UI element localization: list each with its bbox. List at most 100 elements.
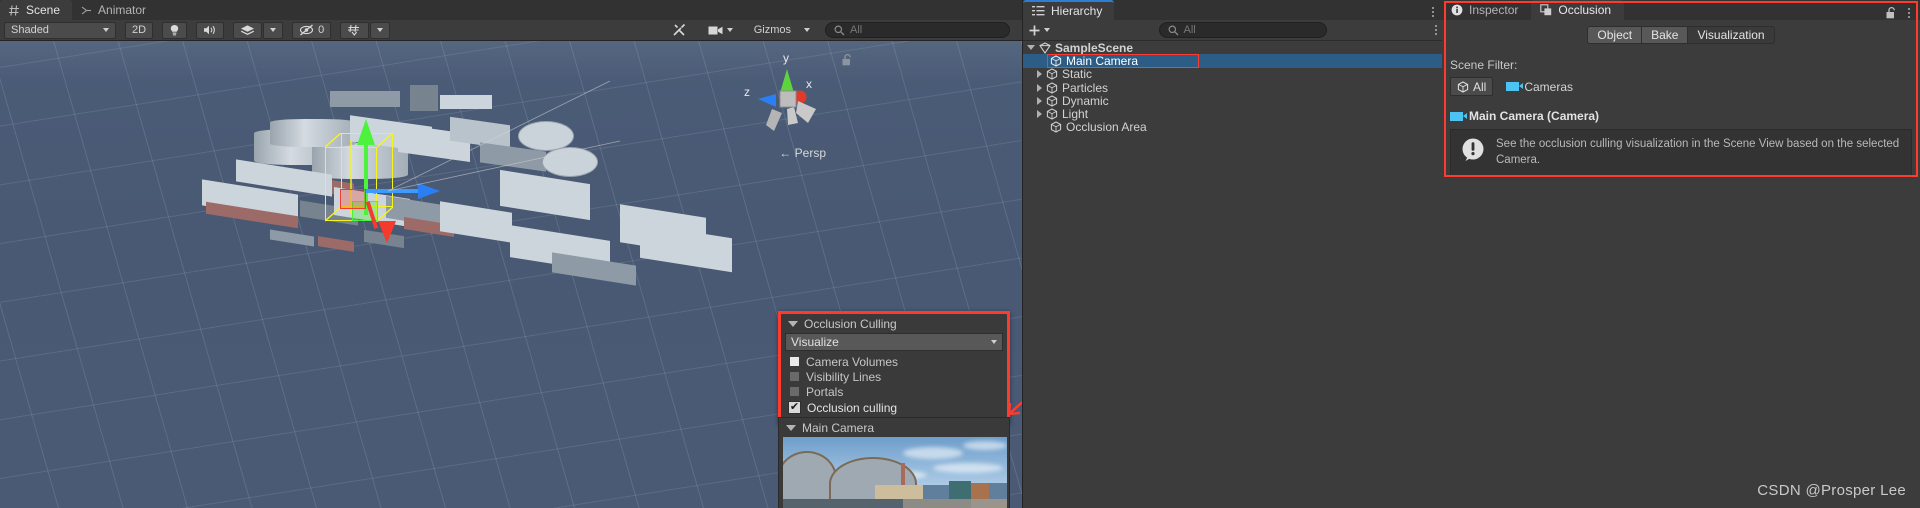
swatch-on-icon	[790, 357, 799, 366]
collapse-triangle-icon[interactable]	[786, 424, 796, 431]
scene-lighting-toggle[interactable]	[162, 21, 188, 39]
hierarchy-tree[interactable]: SampleScene Main Camera Static Particles…	[1023, 41, 1442, 508]
list-item[interactable]: Dynamic	[1023, 94, 1442, 108]
info-icon	[1451, 4, 1463, 16]
collapse-triangle-icon[interactable]	[788, 320, 798, 327]
option-label: Camera Volumes	[806, 354, 899, 369]
occlusion-culling-overlay[interactable]: Occlusion Culling Visualize Camera Volum…	[778, 311, 1022, 424]
scene-orientation-gizmo[interactable]: y x z	[742, 51, 832, 146]
tab-animator[interactable]: Animator	[72, 0, 158, 20]
chevron-right-icon[interactable]	[1037, 83, 1042, 92]
chevron-down-icon[interactable]	[1027, 45, 1035, 51]
tab-scene-label: Scene	[26, 3, 61, 17]
hierarchy-menu-icon[interactable]	[1432, 7, 1434, 17]
occlusion-culling-checkbox-row[interactable]: ✔ Occlusion culling	[785, 399, 1003, 416]
occlusion-overlay-header[interactable]: Occlusion Culling	[781, 314, 1007, 333]
chevron-right-icon[interactable]	[1037, 70, 1042, 79]
tab-hierarchy[interactable]: Hierarchy	[1023, 0, 1115, 20]
occlusion-overlay-title: Occlusion Culling	[804, 316, 897, 331]
search-icon	[1168, 25, 1179, 36]
main-camera-preview-overlay[interactable]: Main Camera	[778, 417, 1010, 508]
tab-visualization[interactable]: Visualization	[1687, 26, 1775, 44]
toggle-2d-button[interactable]: 2D	[125, 21, 154, 39]
hierarchy-panel: Hierarchy All SampleScene Main Camera St…	[1022, 0, 1442, 508]
scene-camera-button[interactable]	[702, 22, 739, 39]
gizmo-axis-y-arrow[interactable]	[357, 119, 375, 145]
gizmos-caret[interactable]	[798, 22, 816, 39]
inspector-tabbar: Inspector Occlusion	[1442, 0, 1920, 20]
chevron-down-icon	[991, 340, 997, 344]
list-item[interactable]: Main Camera	[1023, 54, 1442, 68]
checkbox-checked-icon[interactable]: ✔	[788, 401, 801, 414]
gameobject-icon	[1046, 108, 1058, 120]
selected-camera-row[interactable]: Main Camera (Camera)	[1442, 109, 1920, 123]
occlusion-icon	[1540, 4, 1552, 16]
gameobject-icon	[1046, 68, 1058, 80]
camera-icon	[1506, 82, 1524, 91]
axis-label-z: z	[744, 85, 750, 99]
filter-cameras-button[interactable]: Cameras	[1506, 80, 1573, 94]
add-gameobject-button[interactable]	[1028, 24, 1050, 37]
lightbulb-icon	[169, 24, 180, 37]
scene-viewport[interactable]: y x z ← Persp Occlusion Culling Visualiz…	[0, 41, 1022, 508]
scene-tools-button[interactable]	[666, 22, 693, 39]
axis-label-y: y	[783, 51, 789, 65]
filter-all-button[interactable]: All	[1450, 77, 1494, 96]
filter-all-label: All	[1473, 79, 1487, 94]
chevron-down-icon	[103, 28, 109, 32]
list-item[interactable]: Particles	[1023, 81, 1442, 95]
search-icon	[834, 25, 845, 36]
option-label: Visibility Lines	[806, 369, 882, 384]
list-item[interactable]: Static	[1023, 67, 1442, 81]
kebab-menu-icon[interactable]	[1908, 8, 1910, 18]
tab-occlusion[interactable]: Occlusion	[1531, 0, 1625, 20]
projection-label[interactable]: ← Persp	[779, 146, 826, 160]
scene-fx-caret[interactable]	[263, 21, 284, 39]
occlusion-inspector-panel: Inspector Occlusion Object Bake Visualiz…	[1442, 0, 1920, 508]
scene-search-input[interactable]: All	[825, 22, 1010, 38]
tab-bake[interactable]: Bake	[1641, 26, 1688, 44]
chevron-down-icon	[270, 28, 277, 32]
chevron-down-icon	[726, 28, 733, 32]
swatch-off-icon	[790, 372, 799, 381]
help-info-box: See the occlusion culling visualization …	[1450, 129, 1912, 177]
list-item[interactable]: SampleScene	[1023, 41, 1442, 55]
chevron-right-icon[interactable]	[1037, 96, 1042, 105]
swatch-off-icon	[790, 387, 799, 396]
scene-filter-label: Scene Filter:	[1450, 58, 1518, 72]
camera-overlay-title: Main Camera	[802, 420, 875, 435]
list-item[interactable]: Light	[1023, 107, 1442, 122]
occlusion-option-camera-volumes[interactable]: Camera Volumes	[785, 354, 1003, 369]
grid-visibility-button[interactable]	[340, 21, 370, 39]
hierarchy-options-icon[interactable]	[1435, 25, 1437, 35]
occlusion-option-portals[interactable]: Portals	[785, 384, 1003, 399]
tab-scene[interactable]: Scene	[0, 0, 73, 20]
list-item[interactable]: Occlusion Area	[1023, 120, 1442, 134]
camera-overlay-header[interactable]: Main Camera	[779, 418, 1009, 437]
hierarchy-search-input[interactable]: All	[1158, 22, 1327, 38]
gameobject-icon	[1457, 80, 1469, 93]
tab-object[interactable]: Object	[1587, 26, 1642, 44]
hierarchy-toolbar: All	[1023, 20, 1442, 41]
gizmos-dropdown[interactable]: Gizmos	[748, 22, 797, 39]
grid-caret[interactable]	[370, 21, 391, 39]
scene-toolbar: Shaded 2D 0 Gizmos All	[0, 20, 1022, 41]
speaker-icon	[203, 24, 217, 36]
plus-icon	[1028, 24, 1041, 37]
chevron-down-icon	[377, 28, 384, 32]
list-item-label: Light	[1062, 107, 1089, 122]
tab-inspector[interactable]: Inspector	[1442, 0, 1531, 20]
grid-icon	[8, 4, 21, 17]
scene-fx-dropdown[interactable]	[233, 21, 263, 39]
chevron-right-icon[interactable]	[1037, 110, 1042, 119]
draw-mode-dropdown[interactable]: Shaded	[4, 21, 116, 39]
inspector-tab-actions	[1885, 6, 1920, 20]
gizmo-plane-xy[interactable]	[340, 189, 366, 209]
selected-camera-label: Main Camera (Camera)	[1469, 109, 1600, 123]
occlusion-mode-dropdown[interactable]: Visualize	[785, 333, 1003, 351]
scene-audio-toggle[interactable]	[196, 21, 225, 39]
unlock-icon[interactable]	[1885, 6, 1898, 20]
unlock-icon[interactable]	[841, 53, 854, 67]
occlusion-option-visibility-lines[interactable]: Visibility Lines	[785, 369, 1003, 384]
hidden-objects-button[interactable]: 0	[292, 21, 332, 39]
